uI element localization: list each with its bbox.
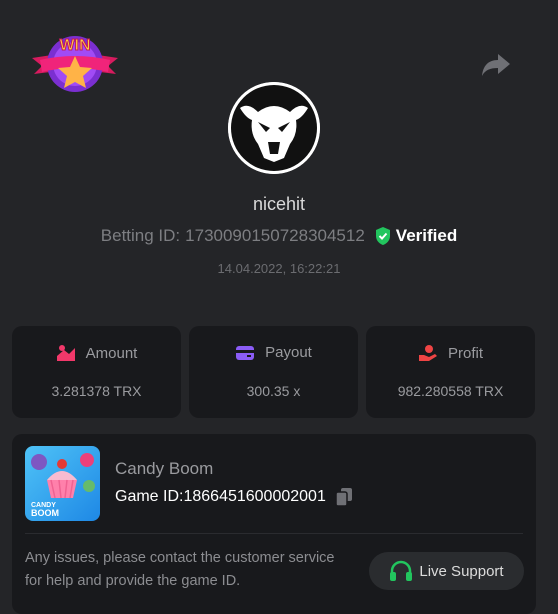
copy-icon[interactable] <box>335 487 353 507</box>
bet-timestamp: 14.04.2022, 16:22:21 <box>217 261 341 276</box>
profit-value: 982.280558 TRX <box>397 383 504 399</box>
game-card: CANDY BOOM Candy Boom Game ID: 186645160… <box>12 434 536 614</box>
share-icon[interactable] <box>480 50 512 78</box>
profit-hand-icon <box>418 345 437 361</box>
win-badge-icon: WIN <box>32 36 118 92</box>
verified-label: Verified <box>395 226 458 245</box>
bull-logo-icon <box>228 82 320 174</box>
headset-icon <box>390 560 413 581</box>
support-notice: Any issues, please contact the customer … <box>25 550 335 589</box>
payout-label: Payout <box>265 344 312 361</box>
candy-boom-thumbnail-icon: CANDY BOOM <box>25 446 100 521</box>
game-name[interactable]: Candy Boom <box>115 459 213 479</box>
avatar <box>228 82 320 174</box>
game-id-label: Game ID: <box>115 488 184 505</box>
divider <box>25 533 523 534</box>
profit-label: Profit <box>447 344 483 362</box>
win-badge-text: WIN <box>59 37 90 54</box>
live-support-label: Live Support <box>419 562 504 580</box>
amount-card: Amount 3.281378 TRX <box>12 326 181 418</box>
betting-id-label: Betting ID: <box>100 226 181 245</box>
profit-card: Profit 982.280558 TRX <box>366 326 535 418</box>
username: nicehit <box>252 194 306 214</box>
amount-icon <box>56 345 75 361</box>
game-id-value: 1866451600002001 <box>183 488 326 505</box>
verified-shield-icon <box>375 227 390 245</box>
betting-id-row: Betting ID: 1730090150728304512 Verified <box>0 226 558 246</box>
game-thumbnail[interactable]: CANDY BOOM <box>25 446 100 521</box>
amount-value: 3.281378 TRX <box>51 383 142 399</box>
payout-card-icon <box>236 345 255 360</box>
thumb-title-text: BOOM <box>31 508 59 518</box>
betting-id-value: 1730090150728304512 <box>185 226 365 245</box>
amount-label: Amount <box>85 344 138 362</box>
payout-value: 300.35 x <box>246 383 301 399</box>
game-id-row: Game ID: 1866451600002001 <box>115 487 353 507</box>
payout-card: Payout 300.35 x <box>189 326 358 418</box>
live-support-button[interactable]: Live Support <box>369 552 524 590</box>
